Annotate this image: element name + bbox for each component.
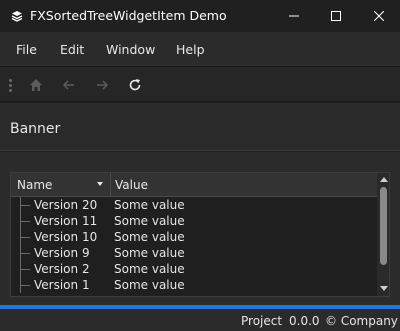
row-name: Version 1 bbox=[34, 278, 90, 292]
window-title: FXSortedTreeWidgetItem Demo bbox=[30, 8, 227, 23]
menu-help[interactable]: Help bbox=[176, 42, 205, 57]
menu-edit[interactable]: Edit bbox=[60, 42, 84, 57]
tree-branch-icon bbox=[20, 213, 32, 229]
tree-row[interactable]: Version 10 Some value bbox=[11, 229, 377, 245]
refresh-icon[interactable] bbox=[127, 77, 143, 93]
tree-branch-icon bbox=[20, 277, 32, 293]
minimize-button[interactable] bbox=[273, 0, 315, 32]
title-bar: FXSortedTreeWidgetItem Demo bbox=[0, 0, 400, 32]
header-name-label: Name bbox=[17, 178, 53, 192]
tree-row[interactable]: Version 2 Some value bbox=[11, 261, 377, 277]
header-value-column[interactable]: Value bbox=[115, 178, 148, 192]
row-name: Version 9 bbox=[34, 246, 90, 260]
row-name: Version 10 bbox=[34, 230, 98, 244]
menu-window[interactable]: Window bbox=[106, 42, 155, 57]
tree-branch-icon bbox=[20, 245, 32, 261]
tree-rows: Version 20 Some value Version 11 Some va… bbox=[11, 197, 377, 293]
toolbar-grip-icon[interactable] bbox=[9, 79, 12, 93]
maximize-button[interactable] bbox=[315, 0, 357, 32]
row-value: Some value bbox=[114, 214, 185, 228]
row-name: Version 20 bbox=[34, 198, 98, 212]
row-value: Some value bbox=[114, 246, 185, 260]
banner-area: Banner bbox=[0, 103, 400, 151]
tree-row[interactable]: Version 20 Some value bbox=[11, 197, 377, 213]
tree-branch-icon bbox=[20, 229, 32, 245]
vertical-scrollbar[interactable] bbox=[377, 173, 389, 296]
tree-branch-icon bbox=[20, 261, 32, 277]
scroll-up-icon[interactable] bbox=[380, 177, 388, 182]
sort-down-icon bbox=[97, 182, 103, 186]
banner-label: Banner bbox=[10, 121, 61, 137]
tree-branch-icon bbox=[20, 197, 32, 213]
scroll-thumb[interactable] bbox=[380, 187, 387, 265]
maximize-icon bbox=[331, 11, 341, 21]
close-button[interactable] bbox=[358, 0, 400, 32]
home-icon[interactable] bbox=[28, 77, 44, 93]
header-name-column[interactable]: Name bbox=[11, 173, 111, 197]
status-project: Project bbox=[241, 314, 283, 328]
toolbar bbox=[0, 66, 400, 102]
back-arrow-icon[interactable] bbox=[61, 77, 77, 93]
row-value: Some value bbox=[114, 230, 185, 244]
tree-row[interactable]: Version 9 Some value bbox=[11, 245, 377, 261]
status-bar: Project 0.0.0 © Company bbox=[0, 309, 400, 331]
tree-widget[interactable]: Name Value Version 20 Some value Version… bbox=[10, 172, 390, 297]
close-icon bbox=[374, 11, 384, 21]
forward-arrow-icon[interactable] bbox=[94, 77, 110, 93]
tree-row[interactable]: Version 11 Some value bbox=[11, 213, 377, 229]
row-name: Version 2 bbox=[34, 262, 90, 276]
tree-header: Name Value bbox=[11, 173, 377, 197]
menu-bar: File Edit Window Help bbox=[0, 32, 400, 66]
row-name: Version 11 bbox=[34, 214, 98, 228]
status-version: 0.0.0 bbox=[289, 314, 320, 328]
layers-icon bbox=[11, 11, 23, 22]
scroll-down-icon[interactable] bbox=[380, 286, 388, 291]
row-value: Some value bbox=[114, 198, 185, 212]
menu-file[interactable]: File bbox=[16, 42, 37, 57]
minimize-icon bbox=[289, 15, 299, 17]
row-value: Some value bbox=[114, 262, 185, 276]
tree-row[interactable]: Version 1 Some value bbox=[11, 277, 377, 293]
row-value: Some value bbox=[114, 278, 185, 292]
status-company: © Company bbox=[325, 314, 398, 328]
